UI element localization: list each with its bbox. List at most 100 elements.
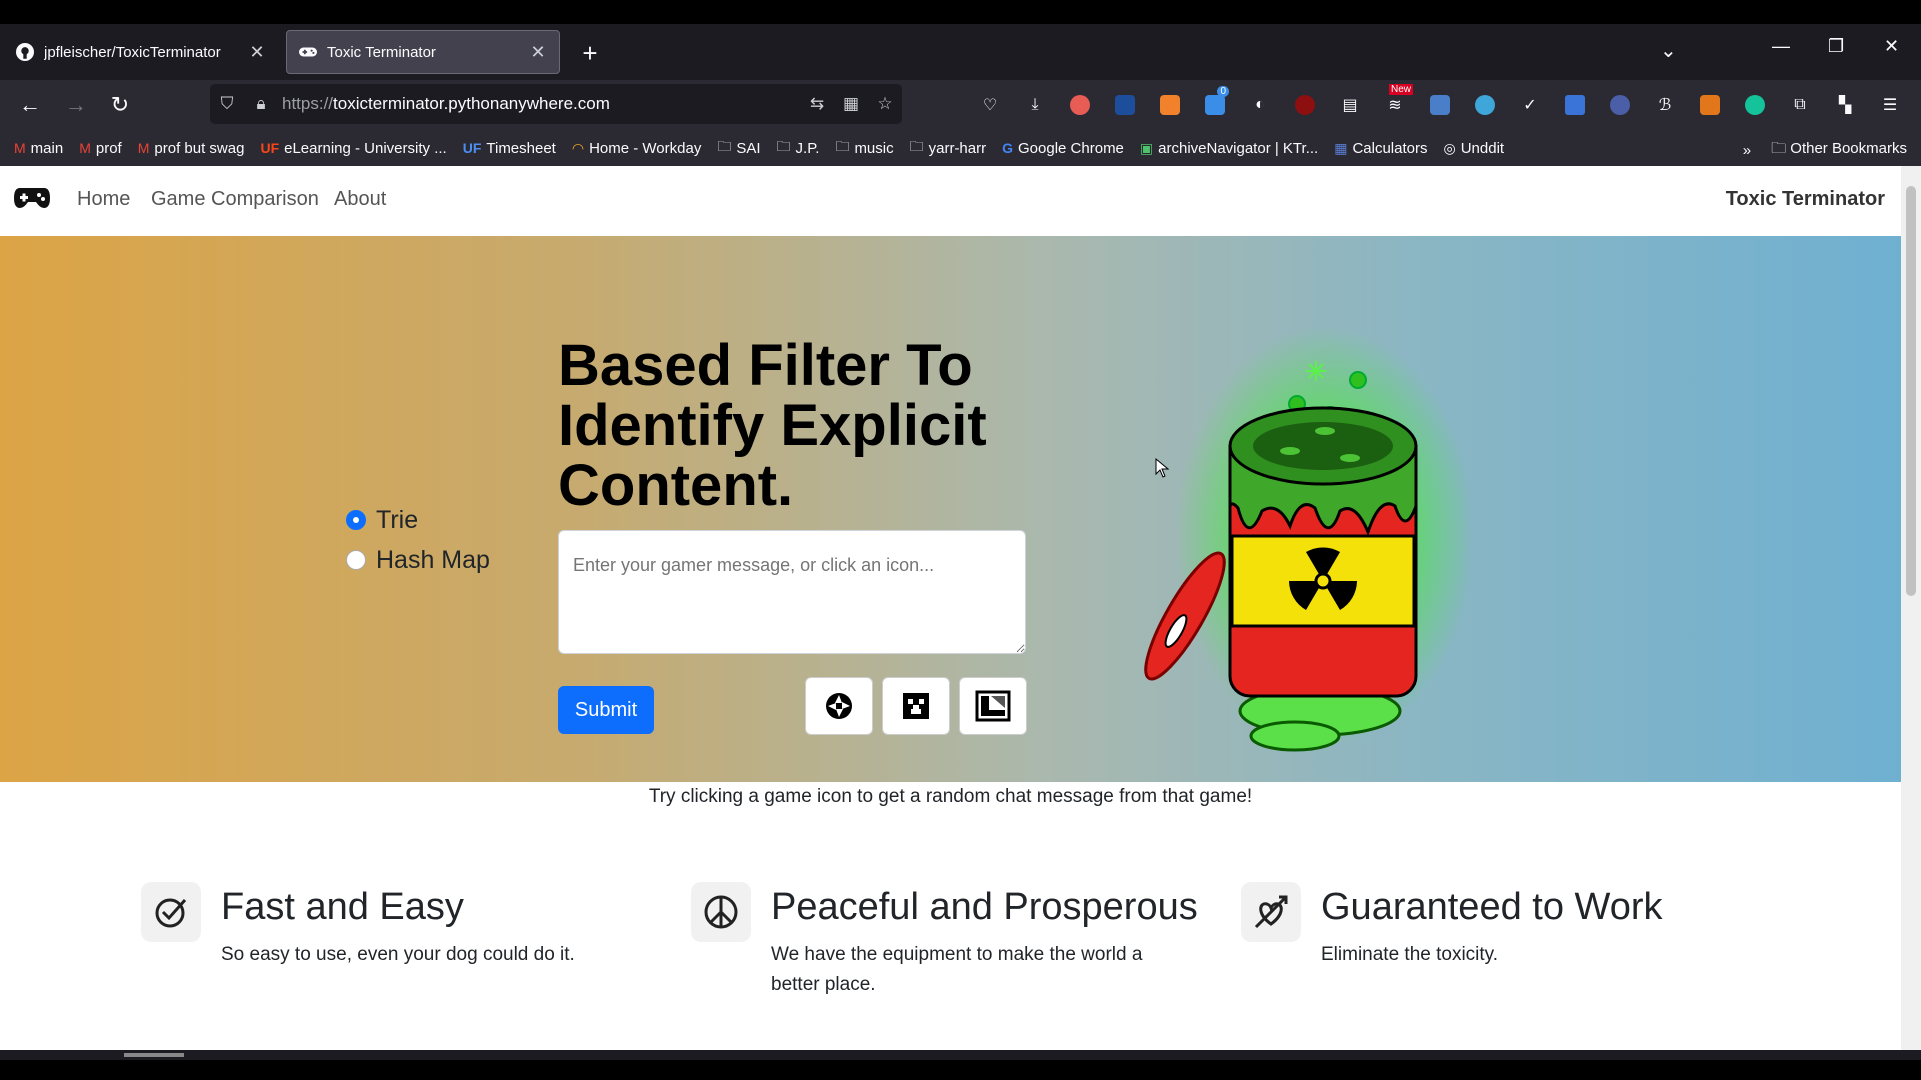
qr-icon[interactable]: ▦	[834, 94, 868, 114]
restore-icon[interactable]: ❐	[1828, 36, 1844, 57]
browser-toolbar: ← → ↻ ⛉ 🔒︎ https://toxicterminator.pytho…	[0, 80, 1921, 130]
bookmark-main[interactable]: Mmain	[14, 140, 63, 157]
bookmark-archive-navigator[interactable]: ▣ archiveNavigator | KTr...	[1140, 140, 1318, 157]
radio-hash-map[interactable]	[346, 550, 366, 570]
bookmark-prof[interactable]: Mprof	[79, 140, 122, 157]
url-text[interactable]: https://toxicterminator.pythonanywhere.c…	[278, 94, 800, 114]
grammarly-icon[interactable]	[1739, 90, 1771, 120]
algorithm-radio-group: Trie Hash Map	[346, 500, 490, 580]
league-button[interactable]	[959, 677, 1027, 735]
extension-s-icon[interactable]	[1064, 90, 1096, 120]
tab-github[interactable]: jpfleischer/ToxicTerminator ✕	[4, 30, 278, 74]
close-tab-icon[interactable]: ✕	[529, 42, 547, 63]
mouse-cursor-icon	[1155, 458, 1169, 478]
gmail-icon: M	[79, 140, 91, 156]
pocket-icon[interactable]: ♡	[974, 90, 1006, 120]
chevron-right-double-icon[interactable]: »	[1743, 142, 1751, 159]
metamask-icon[interactable]	[1694, 90, 1726, 120]
radio-trie[interactable]	[346, 510, 366, 530]
extension-badge-icon[interactable]: 0	[1199, 86, 1231, 120]
extension-puzzle-icon[interactable]: ◐	[1244, 90, 1276, 120]
bookmark-calculators[interactable]: ▦ Calculators	[1334, 140, 1427, 157]
bookmark-folder-yarr-harr[interactable]: 🗀 yarr-harr	[910, 136, 987, 160]
ublock-icon[interactable]	[1289, 90, 1321, 120]
download-icon[interactable]: ⤓	[1019, 90, 1051, 120]
folder-icon: 🗀	[835, 138, 850, 154]
translate-extension-icon[interactable]	[1559, 90, 1591, 120]
menu-icon[interactable]: ☰	[1874, 90, 1906, 120]
translate-icon[interactable]: ⇆	[800, 94, 834, 114]
back-icon[interactable]: ←	[16, 92, 44, 118]
minimize-icon[interactable]: —	[1772, 36, 1790, 57]
extension-new-icon[interactable]: ≋ New	[1379, 84, 1413, 120]
list-all-tabs-icon[interactable]: ⌄	[1660, 38, 1677, 63]
scrollbar-thumb[interactable]	[124, 1053, 184, 1057]
calculator-icon: ▦	[1334, 139, 1348, 156]
submit-button[interactable]: Submit	[558, 686, 654, 734]
folder-icon: 🗀	[717, 138, 732, 154]
hero-title: Based Filter To Identify Explicit Conten…	[558, 333, 987, 518]
horizontal-scrollbar[interactable]	[0, 1050, 1921, 1060]
close-tab-icon[interactable]: ✕	[248, 42, 266, 63]
vertical-scrollbar[interactable]	[1901, 166, 1921, 1050]
extension-alert-icon[interactable]	[1424, 90, 1456, 120]
reader-icon[interactable]: ▤	[1334, 90, 1366, 120]
bookmark-timesheet[interactable]: UF Timesheet	[463, 140, 556, 157]
tab-toxic-terminator[interactable]: Toxic Terminator ✕	[286, 30, 560, 74]
gamepad-logo-icon[interactable]	[14, 186, 50, 210]
league-icon	[975, 690, 1011, 722]
other-bookmarks[interactable]: 🗀 Other Bookmarks	[1771, 138, 1907, 163]
bookmark-folder-jp[interactable]: 🗀 J.P.	[777, 136, 820, 160]
extension-circle-icon[interactable]	[1469, 90, 1501, 120]
message-input[interactable]	[558, 530, 1026, 654]
reload-icon[interactable]: ↻	[106, 92, 134, 118]
radio-label: Trie	[376, 505, 419, 534]
gamepad-icon	[299, 43, 317, 61]
new-badge: New	[1388, 84, 1413, 95]
bold-b-icon[interactable]: ℬ	[1649, 90, 1681, 120]
bookmark-elearning[interactable]: UF eLearning - University ...	[260, 140, 446, 157]
minecraft-button[interactable]	[882, 677, 950, 735]
folder-icon: 🗀	[1771, 140, 1791, 157]
extension-check-icon[interactable]: ✓	[1514, 90, 1546, 120]
nav-game-comparison-link[interactable]: Game Comparison	[151, 188, 319, 211]
extensions-puzzle-icon[interactable]: ⧉	[1784, 90, 1816, 120]
url-bar[interactable]: ⛉ 🔒︎ https://toxicterminator.pythonanywh…	[210, 84, 902, 124]
extension-orange-icon[interactable]	[1154, 90, 1186, 120]
new-tab-button[interactable]: +	[576, 40, 604, 68]
valorant-icon	[826, 693, 852, 719]
window-close-icon[interactable]: ✕	[1884, 36, 1899, 57]
feature-title: Peaceful and Prosperous	[771, 886, 1198, 928]
radio-option-trie[interactable]: Trie	[346, 500, 490, 540]
apps-grid-icon[interactable]: ▚	[1829, 90, 1861, 120]
folder-icon: 🗀	[776, 138, 791, 154]
bookmark-google-chrome[interactable]: G Google Chrome	[1002, 140, 1124, 157]
shield-icon[interactable]: ⛉	[210, 94, 244, 114]
radio-option-hash-map[interactable]: Hash Map	[346, 540, 490, 580]
radio-label: Hash Map	[376, 545, 490, 574]
uf-icon: UF	[260, 140, 280, 156]
lock-icon[interactable]: 🔒︎	[244, 94, 278, 114]
scrollbar-thumb[interactable]	[1906, 186, 1916, 596]
feature-text: Eliminate the toxicity.	[1321, 944, 1499, 965]
nav-about-link[interactable]: About	[334, 188, 386, 211]
web-page: Home Game Comparison About Toxic Termina…	[0, 166, 1901, 1050]
bookmark-prof-but-swag[interactable]: Mprof but swag	[138, 140, 245, 157]
cursor-extension-icon[interactable]	[1604, 90, 1636, 120]
extension-blue-icon[interactable]	[1109, 90, 1141, 120]
bookmark-folder-sai[interactable]: 🗀 SAI	[717, 136, 760, 160]
toxic-barrel-illustration	[1144, 326, 1470, 752]
forward-icon[interactable]: →	[62, 92, 90, 118]
feature-text: We have the equipment to make the world …	[771, 944, 1143, 995]
bookmark-star-icon[interactable]: ☆	[868, 94, 902, 114]
github-icon	[16, 43, 34, 61]
bookmark-unddit[interactable]: ◎ Unddit	[1443, 140, 1504, 157]
feature-text: So easy to use, even your dog could do i…	[221, 944, 575, 965]
site-brand[interactable]: Toxic Terminator	[1726, 188, 1885, 211]
valorant-button[interactable]	[805, 677, 873, 735]
bookmark-workday[interactable]: ◠ Home - Workday	[572, 140, 701, 157]
bookmark-folder-music[interactable]: 🗀 music	[835, 136, 893, 160]
badge-count: 0	[1217, 86, 1229, 97]
uf-icon: UF	[462, 140, 482, 156]
nav-home-link[interactable]: Home	[77, 188, 130, 211]
